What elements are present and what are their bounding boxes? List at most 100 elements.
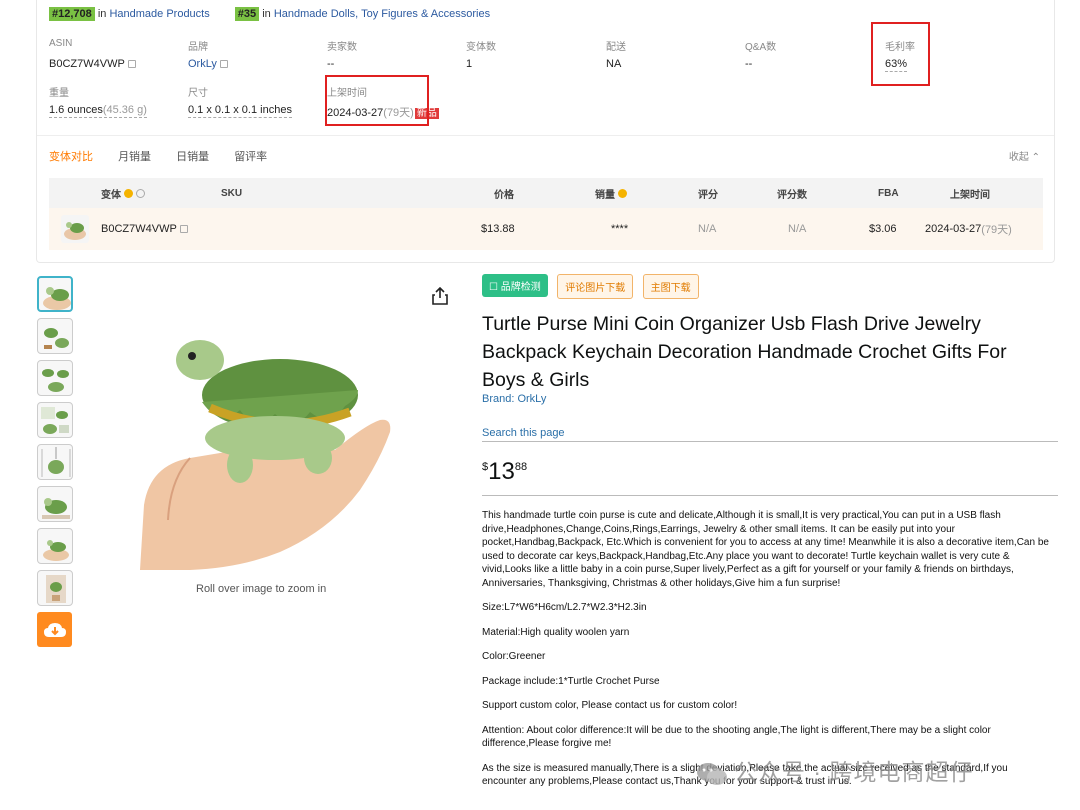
- description-paragraph: Attention: About color difference:It wil…: [482, 724, 991, 750]
- main-product-image[interactable]: [130, 330, 410, 570]
- price-fraction: 88: [514, 461, 528, 473]
- thumbnail-strip: [37, 276, 75, 647]
- meta-value: NA: [606, 58, 622, 70]
- meta-label: Q&A数: [745, 42, 777, 53]
- col-variant: 变体: [101, 178, 145, 208]
- description-paragraph: Material:High quality woolen yarn: [482, 626, 630, 638]
- rank-row: #12,708 in Handmade Products #35 in Hand…: [49, 7, 512, 21]
- highlight-box-listed-date: [325, 75, 429, 126]
- meta-value: --: [327, 58, 335, 70]
- chevron-up-icon: ⌃: [1031, 152, 1040, 163]
- thumbnail[interactable]: [37, 486, 73, 522]
- collapse-button[interactable]: 收起 ⌃: [1009, 148, 1040, 163]
- meta-label: 变体数: [466, 42, 496, 53]
- meta-value: B0CZ7W4VWP: [49, 58, 179, 70]
- variant-price: $13.88: [481, 223, 515, 235]
- rank-category-link[interactable]: Handmade Dolls, Toy Figures & Accessorie…: [274, 8, 490, 20]
- rank-item: #12,708 in Handmade Products: [49, 7, 210, 21]
- review-images-download-button[interactable]: 评论图片下载: [557, 274, 634, 299]
- thumbnail[interactable]: [37, 276, 73, 312]
- product-title: Turtle Purse Mini Coin Organizer Usb Fla…: [482, 313, 1007, 391]
- rank-prefix: in: [262, 8, 271, 20]
- col-sku: SKU: [221, 187, 243, 199]
- thumbnail[interactable]: [37, 570, 73, 606]
- price-whole: 13: [488, 458, 515, 485]
- tab-monthly-sales[interactable]: 月销量: [118, 151, 151, 163]
- watermark: 公众号 · 跨境电商超仔: [696, 753, 973, 787]
- tab-daily-sales[interactable]: 日销量: [176, 151, 209, 163]
- rank-badge: #12,708: [49, 7, 95, 21]
- checkbox-icon: ☐: [489, 282, 498, 293]
- meta-sellers: 卖家数 --: [327, 38, 457, 70]
- variant-reviews: N/A: [788, 223, 807, 235]
- col-price: 价格: [494, 189, 514, 201]
- rank-badge: #35: [234, 7, 260, 21]
- divider: [37, 135, 1054, 136]
- col-reviews: 评分数: [777, 189, 807, 201]
- thumbnail[interactable]: [37, 402, 73, 438]
- meta-dimensions: 尺寸 0.1 x 0.1 x 0.1 inches: [188, 84, 338, 118]
- copy-icon[interactable]: [127, 60, 136, 69]
- thumbnail[interactable]: [37, 528, 73, 564]
- cloud-download-icon: [43, 622, 66, 637]
- wechat-icon: [697, 762, 727, 785]
- description-paragraph: Support custom color, Please contact us …: [482, 700, 738, 711]
- help-icon[interactable]: [124, 188, 133, 198]
- description-paragraph: Color:Greener: [482, 651, 546, 662]
- copy-icon[interactable]: [136, 188, 145, 198]
- watermark-text: 公众号 · 跨境电商超仔: [734, 759, 974, 785]
- thumbnail[interactable]: [37, 360, 73, 396]
- header-label: 变体: [101, 189, 121, 201]
- tab-review-rate[interactable]: 留评率: [234, 151, 267, 163]
- variant-thumbnail: [61, 208, 89, 250]
- copy-icon[interactable]: [179, 225, 188, 233]
- thumbnail[interactable]: [37, 318, 73, 354]
- rank-item: #35 in Handmade Dolls, Toy Figures & Acc…: [234, 7, 490, 21]
- variant-asin: B0CZ7W4VWP: [101, 208, 188, 250]
- tab-variant-compare[interactable]: 变体对比: [49, 151, 93, 163]
- button-label: 品牌检测: [500, 282, 541, 293]
- collapse-label: 收起: [1008, 152, 1029, 163]
- meta-variants: 变体数 1: [466, 38, 596, 70]
- divider: [482, 495, 1058, 496]
- help-icon[interactable]: [618, 188, 627, 198]
- meta-brand: 品牌 OrkLy: [188, 38, 318, 70]
- tool-buttons: ☐ 品牌检测 评论图片下载 主图下载: [482, 274, 704, 299]
- col-listed: 上架时间: [950, 189, 990, 201]
- variant-sales: ****: [611, 223, 629, 235]
- description-paragraph: Package include:1*Turtle Crochet Purse: [482, 675, 660, 687]
- meta-label: ASIN: [49, 38, 73, 49]
- meta-label: 品牌: [188, 42, 208, 53]
- meta-value: 1: [466, 58, 473, 70]
- header-label: 销量: [595, 189, 615, 201]
- price: $1388: [482, 458, 527, 486]
- share-icon[interactable]: [432, 286, 448, 305]
- table-row[interactable]: B0CZ7W4VWP $13.88 **** N/A N/A $3.06 202…: [49, 208, 1043, 250]
- asin-value: B0CZ7W4VWP: [49, 58, 125, 70]
- brand-link[interactable]: Brand: OrkLy: [482, 393, 546, 405]
- table-header: 变体 SKU 价格 销量 评分 评分数 FBA 上架时间: [49, 178, 1043, 208]
- meta-asin: ASIN B0CZ7W4VWP: [49, 38, 179, 70]
- meta-value: --: [745, 58, 753, 70]
- brand-link[interactable]: OrkLy: [188, 58, 217, 70]
- meta-row: 重量 1.6 ounces(45.36 g) 尺寸 0.1 x 0.1 x 0.…: [49, 84, 1039, 130]
- thumbnail[interactable]: [37, 444, 73, 480]
- meta-weight: 重量 1.6 ounces(45.36 g): [49, 84, 179, 118]
- brand-check-button[interactable]: ☐ 品牌检测: [482, 274, 548, 297]
- meta-value: OrkLy: [188, 58, 318, 70]
- price-symbol: $: [482, 461, 489, 473]
- search-this-page-link[interactable]: Search this page: [482, 427, 1058, 442]
- meta-label: 重量: [49, 88, 69, 99]
- description-paragraph: This handmade turtle coin purse is cute …: [482, 510, 1049, 589]
- variant-table: 变体 SKU 价格 销量 评分 评分数 FBA 上架时间 B0CZ7W4VWP …: [49, 178, 1043, 250]
- cloud-download-button[interactable]: [37, 612, 72, 647]
- highlight-box-margin: [871, 22, 930, 86]
- listed-date: 2024-03-27: [925, 223, 982, 235]
- col-rating: 评分: [698, 189, 718, 201]
- col-fba: FBA: [878, 187, 899, 199]
- main-images-download-button[interactable]: 主图下载: [642, 274, 699, 299]
- meta-shipping: 配送 NA: [606, 38, 736, 70]
- rank-category-link[interactable]: Handmade Products: [109, 8, 209, 20]
- zoom-hint: Roll over image to zoom in: [196, 583, 327, 595]
- external-link-icon[interactable]: [219, 60, 228, 69]
